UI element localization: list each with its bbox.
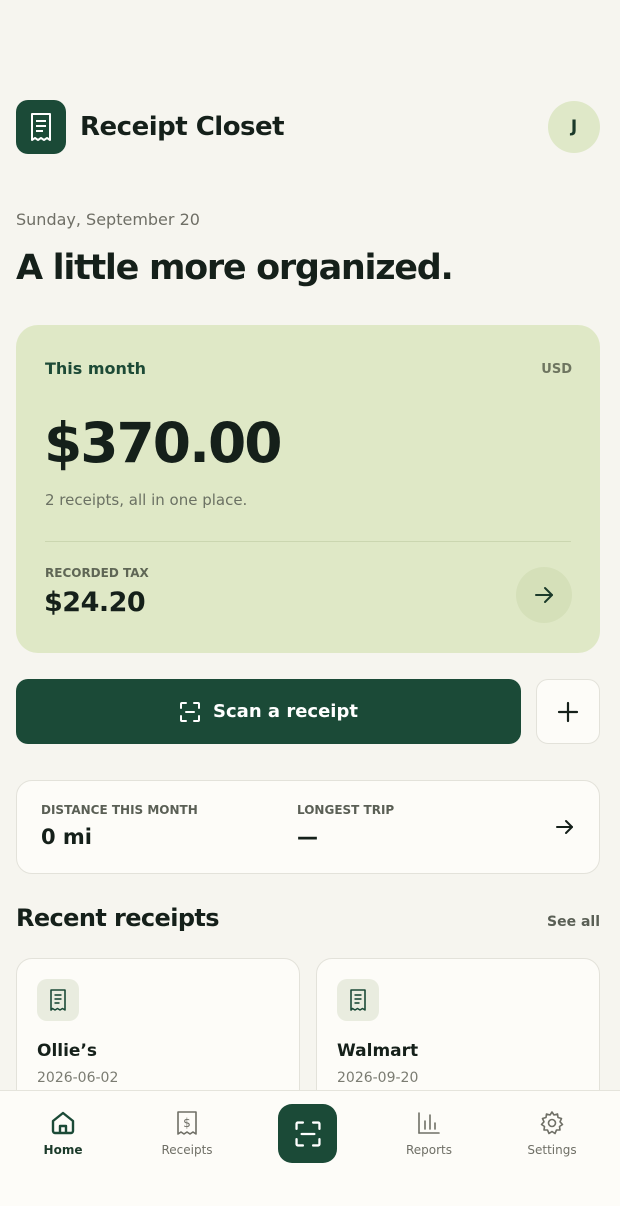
bar-chart-icon	[418, 1112, 440, 1134]
summary-subtitle: 2 receipts, all in one place.	[45, 491, 248, 509]
nav-label-home: Home	[43, 1143, 83, 1157]
nav-label-receipts: Receipts	[161, 1143, 213, 1157]
see-all-link[interactable]: See all	[547, 914, 600, 930]
receipt-logo-icon	[16, 100, 66, 154]
brand: Receipt Closet	[16, 100, 285, 154]
receipt-date: 2026-09-20	[337, 1070, 419, 1086]
nav-item-home[interactable]: Home	[13, 1109, 113, 1157]
app-header: Receipt Closet J	[16, 100, 600, 154]
monthly-summary-card: This month USD $370.00 2 receipts, all i…	[16, 325, 600, 653]
arrow-right-icon[interactable]	[553, 815, 577, 839]
recent-receipts-title: Recent receipts	[16, 904, 220, 932]
nav-item-settings[interactable]: Settings	[502, 1109, 602, 1157]
receipt-icon	[37, 979, 79, 1021]
receipt-merchant: Walmart	[337, 1041, 419, 1061]
receipt-merchant: Ollie’s	[37, 1041, 98, 1061]
distance-value: 0 mi	[41, 825, 93, 849]
current-date: Sunday, September 20	[16, 210, 200, 229]
bottom-nav: Home $ Receipts Reports Settings	[0, 1090, 620, 1206]
scan-icon	[294, 1120, 321, 1147]
nav-item-reports[interactable]: Reports	[379, 1109, 479, 1157]
currency-label: USD	[541, 362, 572, 377]
receipt-icon	[337, 979, 379, 1021]
page-headline: A little more organized.	[16, 248, 454, 288]
nav-scan-button[interactable]	[278, 1104, 337, 1163]
nav-item-receipts[interactable]: $ Receipts	[137, 1109, 237, 1157]
scan-receipt-label: Scan a receipt	[213, 701, 358, 722]
scan-icon	[180, 701, 201, 722]
app-title: Receipt Closet	[80, 112, 285, 142]
longest-trip-label: LONGEST TRIP	[297, 803, 395, 817]
tax-value: $24.20	[44, 587, 146, 618]
plus-icon	[557, 701, 579, 722]
scan-receipt-button[interactable]: Scan a receipt	[16, 679, 521, 744]
receipt-date: 2026-06-02	[37, 1070, 119, 1086]
summary-divider	[45, 541, 571, 542]
add-receipt-button[interactable]	[536, 679, 600, 744]
receipt-dollar-icon: $	[177, 1111, 197, 1135]
nav-label-reports: Reports	[405, 1143, 453, 1157]
avatar[interactable]: J	[548, 101, 600, 153]
receipt-card[interactable]: Ollie’s 2026-06-02	[16, 958, 300, 1108]
distance-label: DISTANCE THIS MONTH	[41, 803, 198, 817]
home-icon	[51, 1111, 75, 1135]
summary-details-button[interactable]	[516, 567, 572, 623]
longest-trip-value: —	[297, 825, 318, 849]
receipt-card[interactable]: Walmart 2026-09-20	[316, 958, 600, 1108]
arrow-right-icon	[535, 587, 553, 603]
nav-label-settings: Settings	[527, 1143, 577, 1157]
monthly-total: $370.00	[44, 411, 283, 475]
tax-label: RECORDED TAX	[45, 566, 149, 580]
period-label: This month	[45, 359, 146, 378]
svg-text:$: $	[183, 1116, 191, 1130]
gear-icon	[540, 1111, 564, 1135]
mileage-card[interactable]: DISTANCE THIS MONTH 0 mi LONGEST TRIP —	[16, 780, 600, 874]
